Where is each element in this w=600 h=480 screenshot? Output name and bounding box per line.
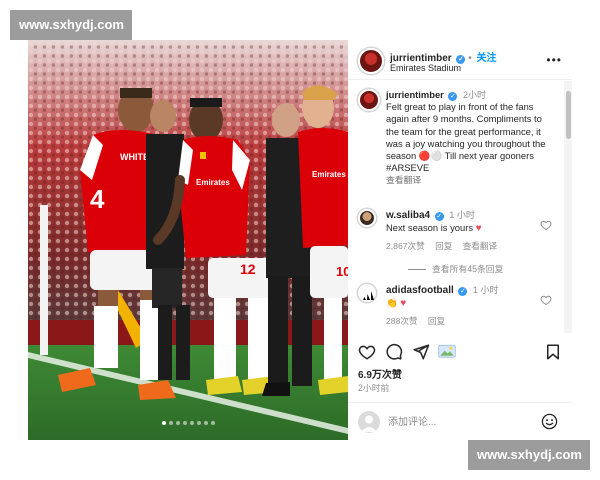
like-count[interactable]: 6.9万次赞 <box>358 366 402 381</box>
comment-username[interactable]: w.saliba4 <box>386 210 430 221</box>
share-send-icon[interactable] <box>412 343 430 361</box>
carousel-dot[interactable] <box>182 421 187 425</box>
caption-username[interactable]: jurrientimber <box>386 89 444 100</box>
shorts-number-center: 12 <box>240 261 256 277</box>
carousel-dot[interactable] <box>175 421 180 425</box>
post-header: jurrientimber ✓ • 关注 Emirates Stadium ••… <box>348 40 572 80</box>
add-comment-bar <box>348 402 572 440</box>
carousel-dot[interactable] <box>203 421 208 425</box>
comment-time: 1 小时 <box>449 210 475 220</box>
current-user-avatar <box>358 411 380 433</box>
comment-translate-link[interactable]: 查看翻译 <box>463 241 497 251</box>
red-heart-emoji-icon: ♥ <box>475 223 482 234</box>
comment-reply-button[interactable]: 回复 <box>435 241 452 251</box>
caption-time: 2小时 <box>463 90 487 100</box>
comment-like-count[interactable]: 2,867次赞 <box>386 241 425 251</box>
save-bookmark-icon[interactable] <box>544 343 562 361</box>
football-substitution-photo: WHITE 4 Emirates 12 Emirates 10 <box>28 40 348 440</box>
watermark-bottom: www.sxhydj.com <box>468 440 590 470</box>
carousel-dot[interactable] <box>196 421 201 425</box>
comment-time: 1 小时 <box>473 285 499 295</box>
carousel-dot[interactable] <box>161 421 166 425</box>
image-emoji-icon <box>438 344 456 358</box>
location-link[interactable]: Emirates Stadium <box>390 63 461 73</box>
comment-like-count[interactable]: 288次赞 <box>386 316 418 326</box>
post-timestamp: 2小时前 <box>358 383 390 393</box>
carousel-dot[interactable] <box>168 421 173 425</box>
caption-avatar[interactable] <box>358 89 380 111</box>
carousel-dot[interactable] <box>210 421 215 425</box>
comment-meta: 2,867次赞 回复 查看翻译 <box>386 240 505 252</box>
add-comment-input[interactable] <box>388 413 528 431</box>
shorts-number-right: 10 <box>336 264 348 279</box>
view-all-replies-link[interactable]: 查看所有45条回复 <box>408 262 503 275</box>
verified-badge-icon: ✓ <box>448 92 458 101</box>
action-bar <box>348 340 572 366</box>
shirt-sponsor-center: Emirates <box>196 178 230 187</box>
verified-badge-icon: ✓ <box>434 212 444 221</box>
caption-translate-link[interactable]: 查看翻译 <box>386 175 421 185</box>
adidas-logo-icon <box>363 291 374 300</box>
comment-meta: 288次赞 回复 <box>386 315 453 327</box>
post-photo[interactable]: WHITE 4 Emirates 12 Emirates 10 <box>28 40 348 440</box>
follow-button[interactable]: 关注 <box>477 53 497 64</box>
watermark-top: www.sxhydj.com <box>10 10 132 40</box>
comment-reply-button[interactable]: 回复 <box>428 316 445 326</box>
verified-badge-icon: ✓ <box>458 287 468 296</box>
shirt-number-left: 4 <box>90 184 105 214</box>
caption: jurrientimber ✓ 2小时 Felt great to play i… <box>386 89 554 187</box>
commenter-avatar[interactable] <box>358 284 376 302</box>
carousel-dot[interactable] <box>189 421 194 425</box>
comment-bubble-icon[interactable] <box>385 343 403 361</box>
like-heart-icon[interactable] <box>358 343 376 361</box>
more-options-icon[interactable]: ••• <box>546 53 562 67</box>
carousel-dots <box>28 412 348 430</box>
comment-text: 👏 <box>386 297 398 308</box>
scrollbar[interactable] <box>564 81 572 333</box>
commenter-avatar[interactable] <box>358 209 376 227</box>
shirt-sponsor-right: Emirates <box>312 170 346 179</box>
author-avatar[interactable] <box>358 48 384 74</box>
caption-text: Felt great to play in front of the fans … <box>386 101 546 174</box>
shirt-name-left: WHITE <box>120 152 149 162</box>
like-comment-icon[interactable] <box>540 294 552 306</box>
post-side-panel: jurrientimber ✓ • 关注 Emirates Stadium ••… <box>348 40 572 440</box>
user-placeholder-icon <box>361 415 377 432</box>
emoji-picker-icon[interactable] <box>541 413 558 430</box>
scrollbar-thumb[interactable] <box>566 91 571 139</box>
comments-scroll-area[interactable]: jurrientimber ✓ 2小时 Felt great to play i… <box>348 81 572 333</box>
like-comment-icon[interactable] <box>540 219 552 231</box>
comment-username[interactable]: adidasfootball <box>386 285 454 296</box>
red-heart-emoji-icon: ♥ <box>400 298 407 309</box>
comment-text: Next season is yours <box>386 222 474 233</box>
